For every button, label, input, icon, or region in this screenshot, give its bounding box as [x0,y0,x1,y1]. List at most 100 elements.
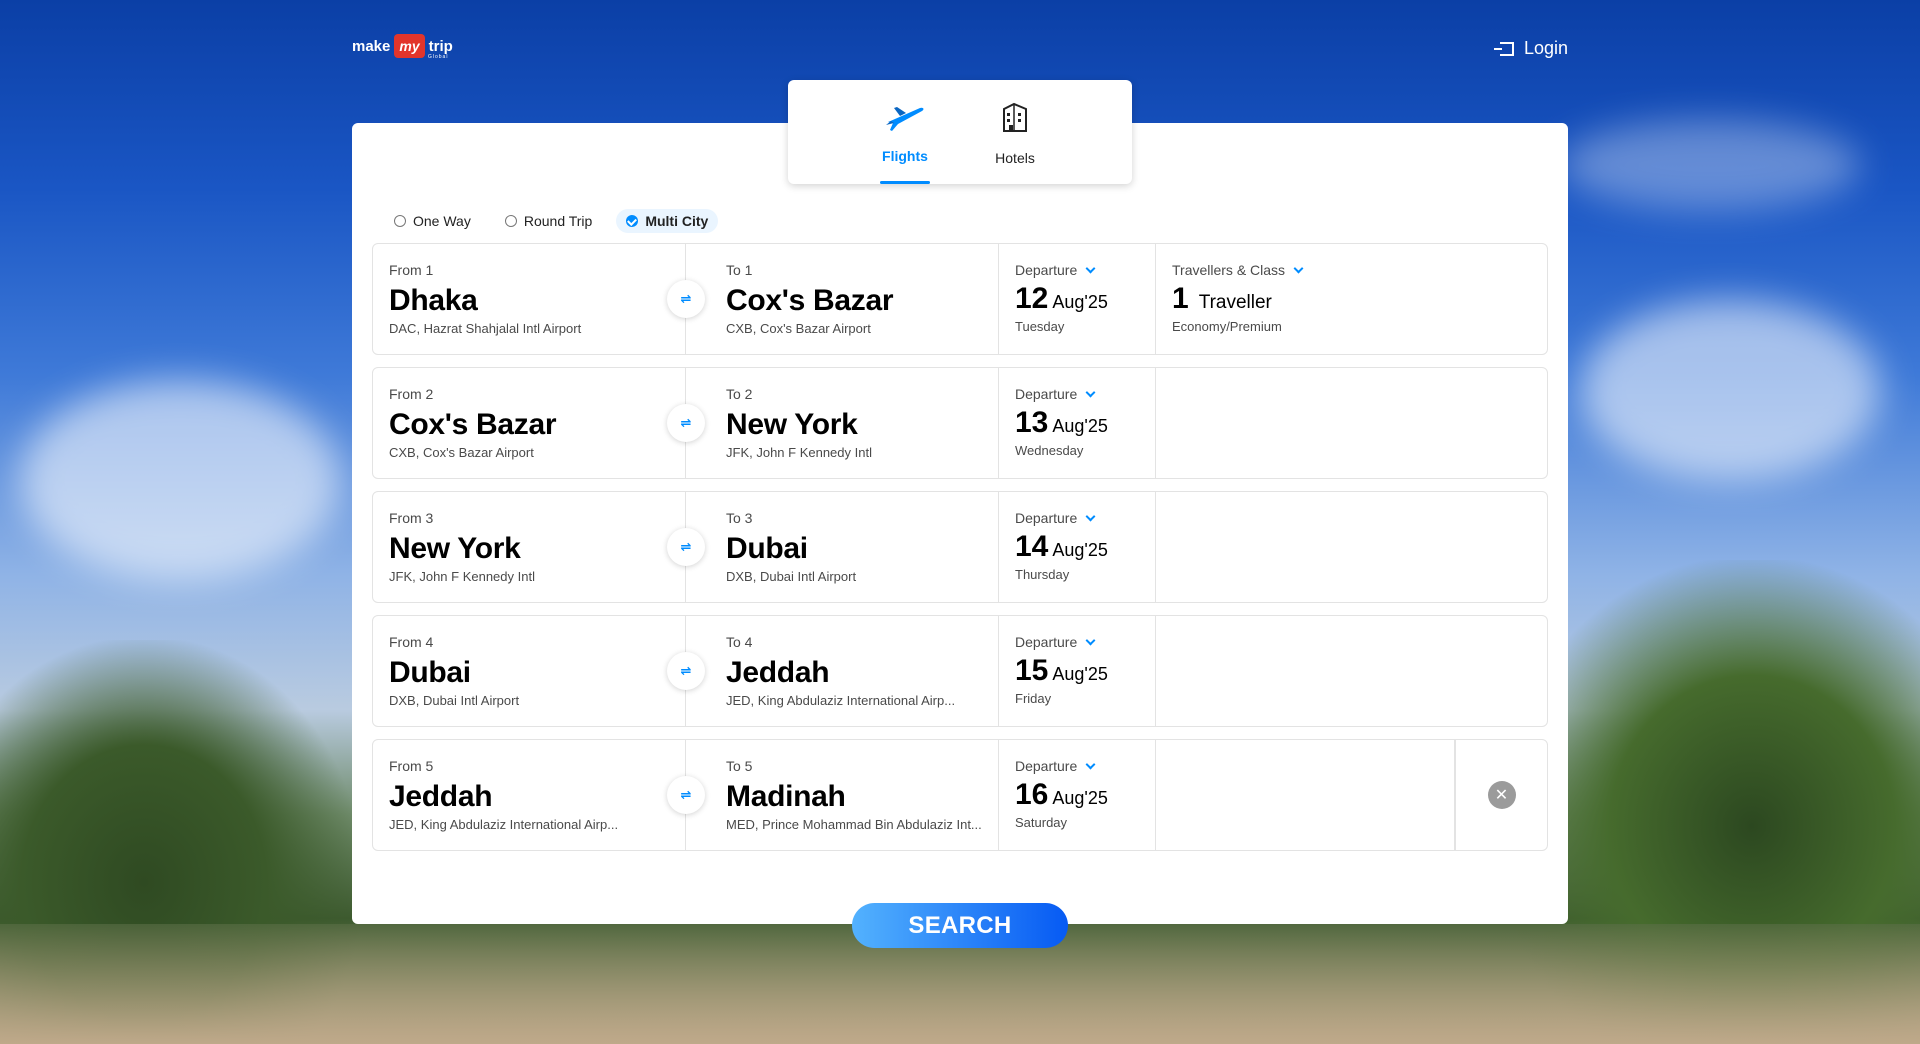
flight-leg-4: From 4 Dubai DXB, Dubai Intl Airport ⇌ T… [372,615,1548,727]
departure-field[interactable]: Departure 12 Aug'25 Tuesday [999,244,1156,354]
radio-checked-icon [626,215,639,227]
to-airport: DXB, Dubai Intl Airport [726,569,857,584]
tab-hotels[interactable]: Hotels [980,98,1050,184]
swap-button[interactable]: ⇌ [667,776,705,814]
to-field[interactable]: To 5 Madinah MED, Prince Mohammad Bin Ab… [686,740,999,850]
empty-cell [1156,740,1455,850]
trip-type-round-trip[interactable]: Round Trip [495,209,602,233]
trip-type-multi-city[interactable]: Multi City [616,209,719,233]
swap-button[interactable]: ⇌ [667,528,705,566]
departure-field[interactable]: Departure 15 Aug'25 Friday [999,616,1156,726]
to-label: To 5 [726,758,753,774]
to-airport: CXB, Cox's Bazar Airport [726,321,871,336]
swap-button[interactable]: ⇌ [667,652,705,690]
swap-icon: ⇌ [680,663,692,678]
travellers-class-field[interactable]: Travellers & Class 1 Traveller Economy/Pr… [1156,244,1547,354]
search-button[interactable]: SEARCH [852,903,1068,948]
logo-trip-text: trip [428,37,453,55]
plane-icon [884,98,926,138]
from-label: From 1 [389,262,434,278]
flight-leg-3: From 3 New York JFK, John F Kennedy Intl… [372,491,1548,603]
from-field[interactable]: From 3 New York JFK, John F Kennedy Intl… [373,492,705,602]
logo-sub-text: Global [428,54,449,60]
from-field[interactable]: From 4 Dubai DXB, Dubai Intl Airport ⇌ [373,616,705,726]
remove-leg-button[interactable]: ✕ [1487,781,1516,809]
chevron-down-icon [1085,759,1096,769]
date-weekday: Saturday [1015,815,1068,830]
swap-button[interactable]: ⇌ [667,404,705,442]
from-field[interactable]: From 2 Cox's Bazar CXB, Cox's Bazar Airp… [373,368,705,478]
from-label: From 3 [389,510,434,526]
remove-leg-cell: ✕ [1455,740,1547,850]
departure-field[interactable]: Departure 13 Aug'25 Wednesday [999,368,1156,478]
to-label: To 4 [726,634,753,650]
to-field[interactable]: To 1 Cox's Bazar CXB, Cox's Bazar Airpor… [686,244,999,354]
trip-type-label: Round Trip [523,213,593,229]
departure-field[interactable]: Departure 16 Aug'25 Saturday [999,740,1156,850]
close-icon: ✕ [1494,787,1509,804]
chevron-down-icon [1085,387,1096,397]
to-city: Jeddah [726,656,830,689]
date-day: 16 [1015,778,1049,811]
travellers-label: Travellers & Class [1172,262,1286,278]
cloud-decoration [20,380,340,580]
from-airport: JFK, John F Kennedy Intl [389,569,535,584]
from-field[interactable]: From 1 Dhaka DAC, Hazrat Shahjalal Intl … [373,244,705,354]
swap-button[interactable]: ⇌ [667,280,705,318]
date-weekday: Wednesday [1015,443,1084,458]
date-day: 13 [1015,406,1049,439]
traveller-count: 1 [1172,282,1189,315]
trip-type-one-way[interactable]: One Way [384,209,481,233]
swap-icon: ⇌ [680,415,692,430]
login-icon [1494,41,1514,56]
to-field[interactable]: To 3 Dubai DXB, Dubai Intl Airport [686,492,999,602]
from-label: From 2 [389,386,434,402]
date-day: 15 [1015,654,1049,687]
departure-label: Departure [1015,510,1078,526]
from-label: From 5 [389,758,434,774]
brand-logo[interactable]: make my trip Global [352,34,453,60]
date-weekday: Friday [1015,691,1052,706]
flight-leg-2: From 2 Cox's Bazar CXB, Cox's Bazar Airp… [372,367,1548,479]
radio-icon [394,215,406,227]
swap-icon: ⇌ [680,539,692,554]
empty-cell [1156,616,1547,726]
building-icon [998,98,1032,138]
chevron-down-icon [1085,263,1096,273]
tab-label-flights: Flights [882,148,928,164]
trip-type-label: One Way [413,213,471,229]
tab-label-hotels: Hotels [995,150,1035,166]
from-city: New York [389,532,521,565]
swap-icon: ⇌ [680,291,692,306]
departure-label: Departure [1015,634,1078,650]
from-city: Cox's Bazar [389,408,557,441]
from-city: Dubai [389,656,471,689]
from-field[interactable]: From 5 Jeddah JED, King Abdulaziz Intern… [373,740,705,850]
radio-icon [504,215,517,227]
flight-leg-5: From 5 Jeddah JED, King Abdulaziz Intern… [372,739,1548,851]
date-month: Aug'25 [1052,292,1108,312]
date-month: Aug'25 [1052,664,1108,684]
departure-field[interactable]: Departure 14 Aug'25 Thursday [999,492,1156,602]
flight-leg-1: From 1 Dhaka DAC, Hazrat Shahjalal Intl … [372,243,1548,355]
from-airport: JED, King Abdulaziz International Airp..… [389,817,619,832]
date-weekday: Tuesday [1015,319,1065,334]
to-field[interactable]: To 4 Jeddah JED, King Abdulaziz Internat… [686,616,999,726]
departure-label: Departure [1015,262,1078,278]
logo-my-badge: my [394,34,425,58]
to-airport: JFK, John F Kennedy Intl [726,445,872,460]
to-field[interactable]: To 2 New York JFK, John F Kennedy Intl [686,368,999,478]
trip-type-label: Multi City [645,213,709,229]
logo-make-text: make [352,37,391,55]
cloud-decoration [1560,120,1860,210]
from-label: From 4 [389,634,434,650]
tab-flights[interactable]: Flights [870,98,940,184]
login-link[interactable]: Login [1494,38,1568,59]
date-month: Aug'25 [1052,788,1108,808]
from-city: Jeddah [389,780,493,813]
chevron-down-icon [1085,511,1096,521]
traveller-word: Traveller [1198,292,1272,313]
to-airport: MED, Prince Mohammad Bin Abdulaziz Int..… [726,817,982,832]
date-month: Aug'25 [1052,540,1108,560]
date-weekday: Thursday [1015,567,1070,582]
